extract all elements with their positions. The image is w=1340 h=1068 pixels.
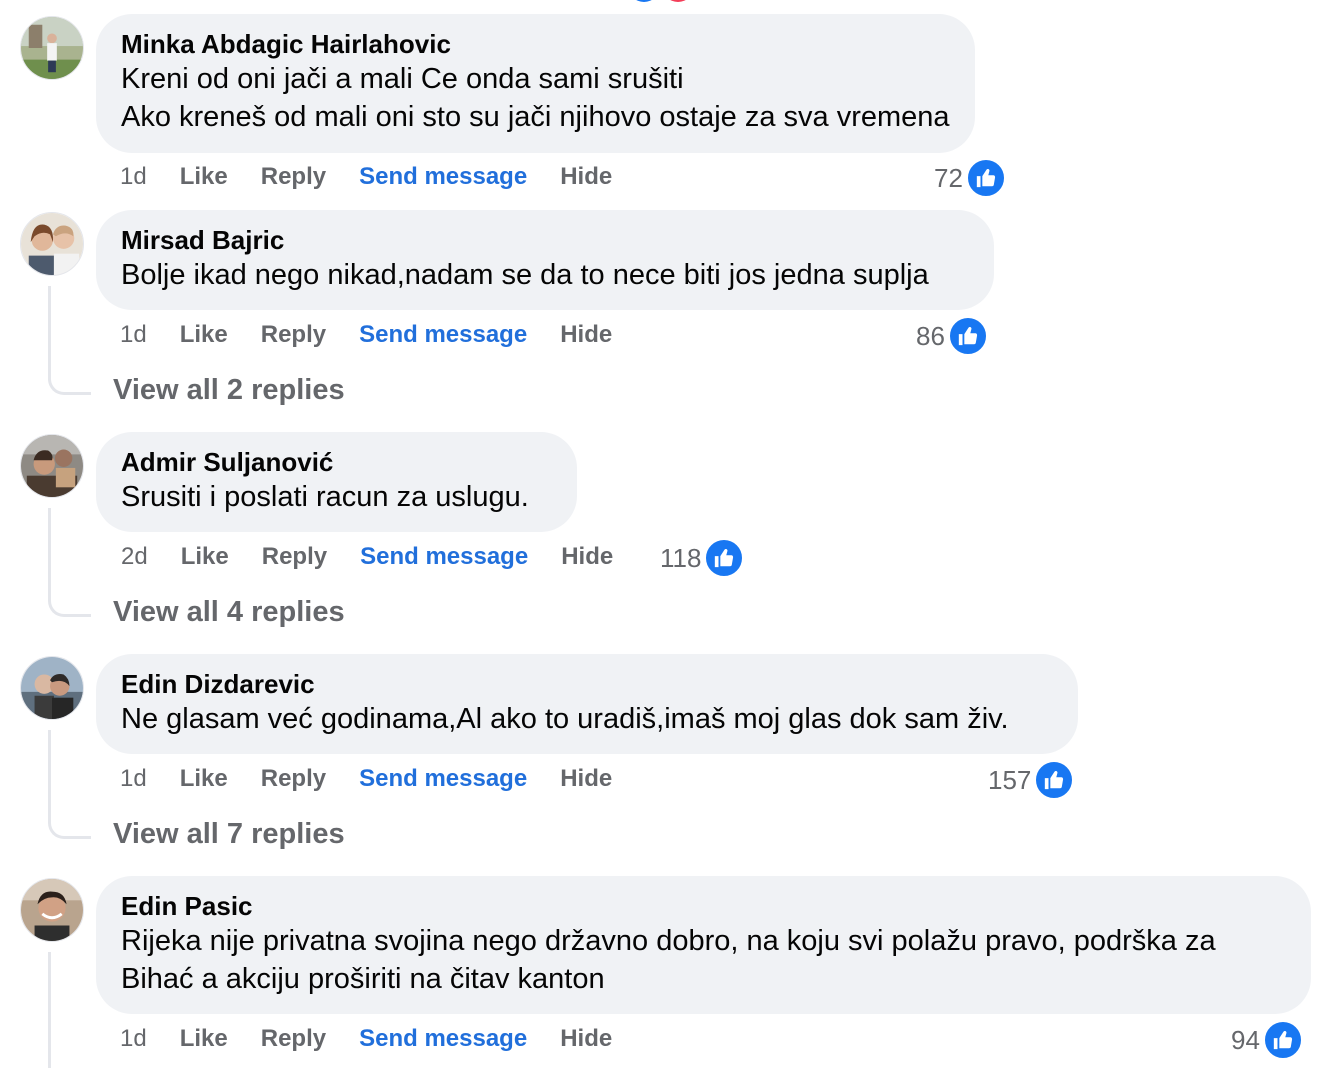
reply-button[interactable]: Reply [261,163,326,191]
view-replies-link[interactable]: View all 4 replies [113,596,345,629]
comment-bubble: Edin Pasic Rijeka nije privatna svojina … [96,876,1311,1014]
like-button[interactable]: Like [180,1025,228,1053]
thread-line [48,952,91,1068]
comment-time[interactable]: 1d [120,321,147,349]
hide-button[interactable]: Hide [560,321,612,349]
send-message-button[interactable]: Send message [359,321,527,349]
reaction-count: 94 [1231,1024,1260,1055]
thread-line [48,730,91,839]
like-button[interactable]: Like [180,765,228,793]
view-replies-link[interactable]: View all 7 replies [113,818,345,851]
thread-line [48,286,91,395]
comment-author[interactable]: Mirsad Bajric [121,224,969,256]
reaction-count: 157 [988,764,1032,795]
thread-line [48,508,91,617]
reply-button[interactable]: Reply [261,321,326,349]
comment-actions: 1d Like Reply Send message Hide [120,1022,612,1056]
comment-author[interactable]: Edin Dizdarevic [121,668,1053,700]
comment-text: Rijeka nije privatna svojina nego državn… [121,925,1216,995]
reaction-summary[interactable]: 72 [934,158,1006,198]
avatar[interactable] [20,212,84,276]
reaction-count: 86 [916,320,945,351]
like-reaction-icon [628,0,660,2]
comment-bubble: Admir Suljanović Srusiti i poslati racun… [96,432,577,532]
reply-button[interactable]: Reply [261,765,326,793]
comment-actions: 1d Like Reply Send message Hide [120,762,612,796]
view-replies-link[interactable]: View all 2 replies [113,374,345,407]
reaction-summary[interactable]: 157 [988,760,1075,800]
send-message-button[interactable]: Send message [359,163,527,191]
like-button[interactable]: Like [181,543,229,571]
reaction-summary[interactable]: 86 [916,316,988,356]
comment-actions: 1d Like Reply Send message Hide [120,160,612,194]
reply-button[interactable]: Reply [261,1025,326,1053]
comment-actions: 2d Like Reply Send message Hide [121,540,613,574]
avatar[interactable] [20,656,84,720]
comment-time[interactable]: 1d [120,765,147,793]
comment-text: Bolje ikad nego nikad,nadam se da to nec… [121,259,929,291]
thumbs-up-icon [1262,1020,1303,1060]
comment-bubble: Mirsad Bajric Bolje ikad nego nikad,nada… [96,210,994,310]
comment-author[interactable]: Edin Pasic [121,890,1286,922]
love-reaction-icon [662,0,694,2]
comment-time[interactable]: 1d [120,1025,147,1053]
comment-time[interactable]: 1d [120,163,147,191]
reaction-count: 72 [934,162,963,193]
send-message-button[interactable]: Send message [359,1025,527,1053]
thumbs-up-icon [1034,760,1075,800]
thumbs-up-icon [965,158,1006,198]
comment-text: Kreni od oni jači a mali Ce onda sami sr… [121,63,950,133]
comment-actions: 1d Like Reply Send message Hide [120,318,612,352]
comment-bubble: Edin Dizdarevic Ne glasam već godinama,A… [96,654,1078,754]
reaction-summary[interactable]: 94 [1231,1020,1303,1060]
hide-button[interactable]: Hide [561,543,613,571]
send-message-button[interactable]: Send message [359,765,527,793]
comment-text: Srusiti i poslati racun za uslugu. [121,481,529,513]
avatar[interactable] [20,434,84,498]
hide-button[interactable]: Hide [560,1025,612,1053]
thumbs-up-icon [947,316,988,356]
comment-author[interactable]: Admir Suljanović [121,446,552,478]
comment-bubble: Minka Abdagic Hairlahovic Kreni od oni j… [96,14,975,153]
avatar[interactable] [20,878,84,942]
reply-button[interactable]: Reply [262,543,327,571]
comment-author[interactable]: Minka Abdagic Hairlahovic [121,28,950,60]
like-button[interactable]: Like [180,321,228,349]
thumbs-up-icon [704,538,745,578]
comment-time[interactable]: 2d [121,543,148,571]
reaction-summary[interactable]: 118 [660,538,745,578]
comment-text: Ne glasam već godinama,Al ako to uradiš,… [121,703,1009,735]
like-button[interactable]: Like [180,163,228,191]
hide-button[interactable]: Hide [560,163,612,191]
reaction-count: 118 [660,542,702,573]
send-message-button[interactable]: Send message [360,543,528,571]
top-reaction-icons [628,0,698,4]
hide-button[interactable]: Hide [560,765,612,793]
avatar[interactable] [20,16,84,80]
